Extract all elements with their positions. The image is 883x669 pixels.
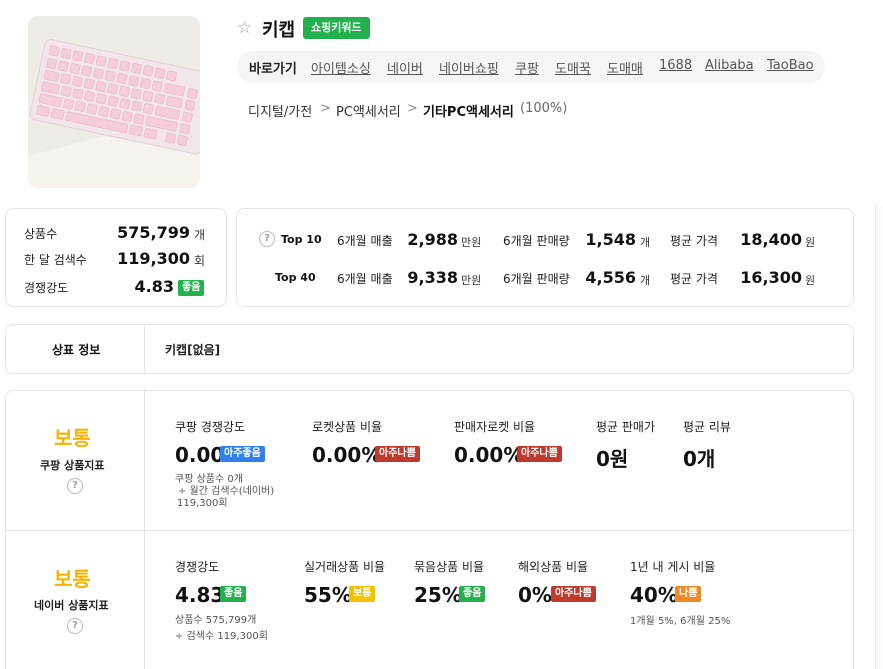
keyword-title: 키캡 xyxy=(262,20,296,41)
coupang-competition-note: ÷ 월간 검색수(네이버) xyxy=(178,486,275,497)
coupang-grade: 보통 xyxy=(54,426,91,450)
products-value: 575,799 xyxy=(117,223,190,242)
top10-price-value: 18,400 xyxy=(740,230,802,249)
top40-sales-value: 9,338 xyxy=(407,268,458,287)
top10-sales-unit: 만원 xyxy=(461,236,482,249)
quicklinks-bar: 바로가기 아이템소싱 네이버 네이버쇼핑 쿠팡 도매꾹 도매매 1688 Ali… xyxy=(237,51,825,83)
top40-sales-label: 6개월 매출 xyxy=(337,272,393,286)
naver-competition-note: ÷ 검색수 119,300회 xyxy=(175,631,268,642)
top10-sales-label: 6개월 매출 xyxy=(337,234,393,248)
link-taobao[interactable]: TaoBao xyxy=(767,58,814,73)
search-count-unit: 회 xyxy=(194,254,206,268)
coupang-competition-note: 119,300회 xyxy=(177,498,228,509)
search-count-label: 한 달 검색수 xyxy=(24,253,87,267)
side-panel-edge xyxy=(875,205,883,669)
top40-qty-value: 4,556 xyxy=(585,268,636,287)
top40-price-label: 평균 가격 xyxy=(670,272,718,286)
recent-post-value: 40% xyxy=(630,583,678,607)
bundle-ratio-badge: 좋음 xyxy=(459,586,486,602)
top10-qty-value: 1,548 xyxy=(585,230,636,249)
coupang-competition-badge: 아주좋음 xyxy=(220,446,265,462)
top40-label: Top 40 xyxy=(275,271,316,284)
real-trade-badge: 보통 xyxy=(349,586,376,602)
top10-price-unit: 원 xyxy=(805,236,816,249)
real-trade-title: 실거래상품 비율 xyxy=(304,560,386,574)
link-domeggook[interactable]: 도매꾹 xyxy=(555,58,591,77)
products-unit: 개 xyxy=(194,228,206,242)
quicklinks-label: 바로가기 xyxy=(249,62,297,77)
top10-label: Top 10 xyxy=(281,233,322,246)
top40-price-value: 16,300 xyxy=(740,268,802,287)
rocket-ratio-badge: 아주나쁨 xyxy=(375,446,420,462)
products-label: 상품수 xyxy=(24,227,58,241)
overseas-ratio-value: 0% xyxy=(518,583,552,607)
breadcrumb-level-3[interactable]: 기타PC액세서리 xyxy=(423,101,514,120)
rocket-ratio-title: 로켓상품 비율 xyxy=(312,420,383,434)
avg-review-title: 평균 리뷰 xyxy=(683,420,731,434)
link-naver[interactable]: 네이버 xyxy=(387,58,423,77)
coupang-competition-title: 쿠팡 경쟁강도 xyxy=(175,420,246,434)
link-coupang[interactable]: 쿠팡 xyxy=(515,58,539,77)
top40-sales-unit: 만원 xyxy=(461,274,482,287)
avg-price-value: 0원 xyxy=(596,447,629,471)
help-icon[interactable]: ? xyxy=(67,478,83,494)
competition-badge: 좋음 xyxy=(178,280,205,296)
link-1688[interactable]: 1688 xyxy=(659,58,692,73)
breadcrumb-level-2[interactable]: PC액세서리 xyxy=(336,101,401,120)
help-icon[interactable]: ? xyxy=(67,618,83,634)
rocket-ratio-value: 0.00% xyxy=(312,443,382,467)
seller-rocket-badge: 아주나쁨 xyxy=(517,446,562,462)
top40-price-unit: 원 xyxy=(805,274,816,287)
recent-post-title: 1년 내 게시 비율 xyxy=(630,560,716,574)
coupang-competition-value: 0.00 xyxy=(175,443,225,467)
link-item-sourcing[interactable]: 아이템소싱 xyxy=(311,58,371,77)
recent-post-badge: 나쁨 xyxy=(675,586,702,602)
link-domeme[interactable]: 도매매 xyxy=(607,58,643,77)
link-alibaba[interactable]: Alibaba xyxy=(705,58,754,73)
help-icon[interactable]: ? xyxy=(259,231,275,247)
trademark-value: 키캡[없음] xyxy=(165,343,221,357)
category-match-percent: (100%) xyxy=(520,101,568,116)
divider xyxy=(6,530,853,531)
top10-qty-unit: 개 xyxy=(640,236,651,249)
seller-rocket-value: 0.00% xyxy=(454,443,524,467)
top10-sales-value: 2,988 xyxy=(407,230,458,249)
naver-competition-note: 상품수 575,799개 xyxy=(175,615,257,626)
favorite-star-icon[interactable]: ☆ xyxy=(237,18,252,38)
overseas-ratio-badge: 아주나쁨 xyxy=(551,586,596,602)
coupang-section-title: 쿠팡 상품지표 xyxy=(40,459,105,472)
naver-competition-value: 4.83 xyxy=(175,583,225,607)
coupang-competition-note: 쿠팡 상품수 0개 xyxy=(175,474,243,485)
recent-post-note: 1개월 5%, 6개월 25% xyxy=(630,616,731,627)
keyword-type-badge: 쇼핑키워드 xyxy=(303,17,370,39)
naver-competition-badge: 좋음 xyxy=(220,586,247,602)
avg-price-title: 평균 판매가 xyxy=(596,420,656,434)
overseas-ratio-title: 해외상품 비율 xyxy=(518,560,589,574)
keyboard-image xyxy=(28,16,200,188)
avg-review-value: 0개 xyxy=(683,447,716,471)
top10-qty-label: 6개월 판매량 xyxy=(503,234,570,248)
link-naver-shopping[interactable]: 네이버쇼핑 xyxy=(439,58,499,77)
naver-competition-title: 경쟁강도 xyxy=(175,560,220,574)
divider xyxy=(144,325,145,373)
real-trade-value: 55% xyxy=(304,583,352,607)
bundle-ratio-title: 묶음상품 비율 xyxy=(414,560,485,574)
top10-price-label: 평균 가격 xyxy=(670,234,718,248)
top40-qty-unit: 개 xyxy=(640,274,651,287)
search-count-value: 119,300 xyxy=(117,249,190,268)
breadcrumb-separator: > xyxy=(320,101,331,116)
naver-section-title: 네이버 상품지표 xyxy=(34,599,109,612)
top40-qty-label: 6개월 판매량 xyxy=(503,272,570,286)
competition-label: 경쟁강도 xyxy=(24,281,69,295)
naver-grade: 보통 xyxy=(54,567,91,591)
breadcrumb-level-1[interactable]: 디지털/가전 xyxy=(248,101,312,120)
competition-value: 4.83 xyxy=(134,277,174,296)
product-thumbnail xyxy=(28,16,200,188)
bundle-ratio-value: 25% xyxy=(414,583,462,607)
trademark-label: 상표 정보 xyxy=(52,343,101,357)
breadcrumb-separator: > xyxy=(407,101,418,116)
top-stats-card xyxy=(236,208,854,307)
seller-rocket-title: 판매자로켓 비율 xyxy=(454,420,536,434)
trademark-card xyxy=(5,324,854,374)
